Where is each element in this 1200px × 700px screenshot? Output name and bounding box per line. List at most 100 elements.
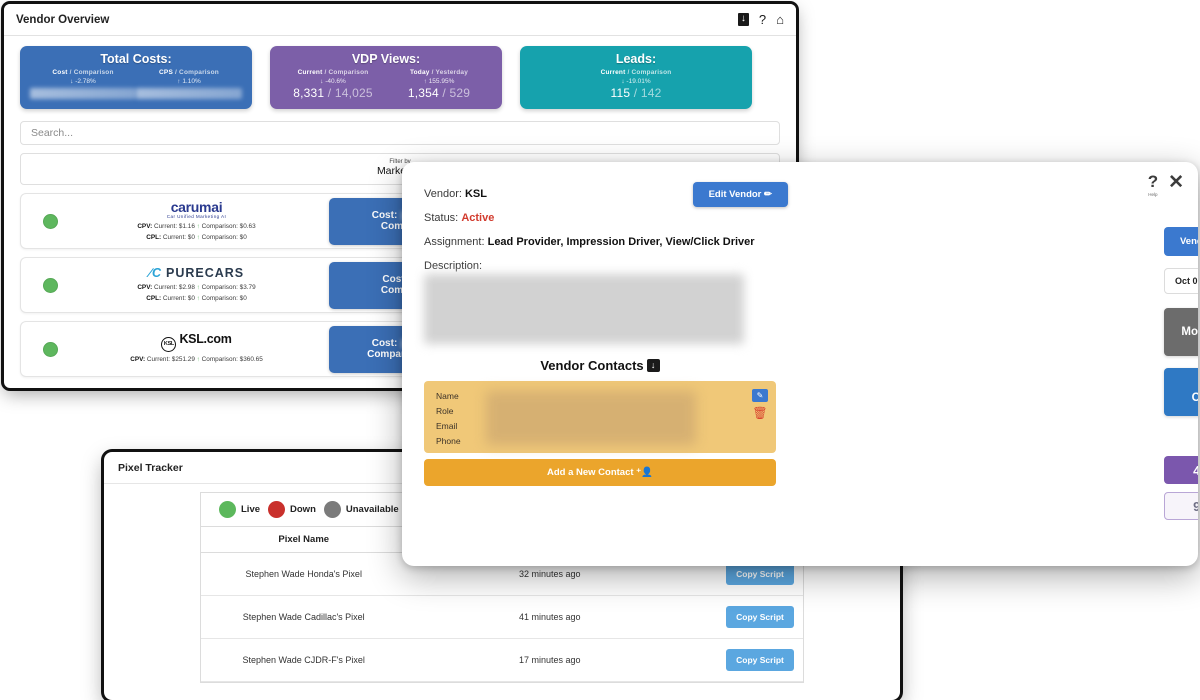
stat-col-sep: / bbox=[175, 69, 178, 76]
close-icon[interactable]: ✕ bbox=[1168, 173, 1184, 192]
ksl-badge-icon: KSL bbox=[161, 337, 177, 353]
summary-stat-row: Total Costs: Cost / Comparison ↓ -2.78% … bbox=[20, 46, 780, 109]
modal-stat-cards: Monthly Cost: $ Cost: Compared: Current … bbox=[1164, 308, 1198, 416]
views-this-month-row: 446 Views this Month* bbox=[1164, 456, 1198, 484]
cost-compared-card: Cost: Compared: bbox=[1164, 368, 1198, 416]
pixel-tracker-title: Pixel Tracker bbox=[118, 461, 183, 474]
assignment-value: Lead Provider, Impression Driver, View/C… bbox=[487, 236, 755, 248]
modal-left-panel: Vendor: KSL Edit Vendor ✏ Status: Active… bbox=[424, 182, 788, 486]
stat-card-leads: Leads: Current / Comparison ↓ -19.01% 11… bbox=[520, 46, 752, 109]
edit-vendor-button[interactable]: Edit Vendor ✏ bbox=[692, 182, 788, 207]
unavailable-dot-icon bbox=[323, 501, 341, 518]
app-root: Vendor Overview ? ⌂ Total Costs: Cost / … bbox=[0, 0, 1200, 700]
search-input[interactable]: Search... bbox=[20, 121, 780, 145]
stat-delta: ↑ 1.10% bbox=[177, 78, 201, 85]
column-header-pixel-name: Pixel Name bbox=[278, 534, 330, 545]
vendor-info: carumai Car Unified Marketing AI CPV: Cu… bbox=[74, 199, 319, 243]
stat-title: VDP Views: bbox=[351, 52, 421, 66]
copy-script-button[interactable]: Copy Script bbox=[726, 606, 794, 628]
add-new-contact-button[interactable]: Add a New Contact ⁺👤 bbox=[424, 459, 776, 486]
purecars-mark-icon: ∕C bbox=[148, 266, 162, 281]
stat-col-label: Cost bbox=[52, 69, 68, 76]
vendor-portal-button[interactable]: Vendor Portal ↗ bbox=[1164, 227, 1198, 256]
contact-actions: ✎ 🗑 bbox=[752, 389, 768, 419]
copy-script-button[interactable]: Copy Script bbox=[726, 563, 794, 585]
views-this-month-value: 446 bbox=[1164, 456, 1198, 484]
vendor-detail-modal: ? Help ✕ Vendor: KSL Edit Vendor ✏ Status… bbox=[402, 162, 1198, 566]
stat-col-sep: / bbox=[69, 69, 72, 76]
download-icon[interactable] bbox=[737, 12, 749, 26]
pixel-last-seen: 41 minutes ago bbox=[519, 612, 581, 622]
vendor-name-line: Vendor: KSL Edit Vendor ✏ bbox=[424, 182, 788, 207]
table-row[interactable]: Stephen Wade CJDR-F's Pixel 17 minutes a… bbox=[201, 639, 803, 682]
pencil-icon: ✏ bbox=[764, 189, 772, 200]
stat-delta: ↑ 155.95% bbox=[423, 78, 455, 85]
stat-col-comparison-label: Comparison bbox=[73, 69, 114, 76]
pixel-last-seen: 17 minutes ago bbox=[519, 655, 581, 665]
status-badge: Active bbox=[461, 212, 495, 224]
vendor-description-line: Description: bbox=[424, 260, 776, 344]
down-dot-icon bbox=[268, 501, 286, 518]
stat-card-vdp-views: VDP Views: Current / Comparison ↓ -40.6%… bbox=[270, 46, 502, 109]
monthly-cost-card: Monthly Cost: $ bbox=[1164, 308, 1198, 356]
vendor-info: KSL KSL.com CPV: Current: $251.29 ↑ Compa… bbox=[74, 332, 319, 365]
stat-col-label: CPS bbox=[159, 69, 173, 76]
vendor-logo-purecars: ∕C PURECARS bbox=[148, 266, 245, 281]
modal-stat-col-left: Monthly Cost: $ Cost: Compared: bbox=[1164, 308, 1198, 416]
stat-values: 115 / 142 bbox=[610, 86, 662, 100]
status-dot-live bbox=[43, 213, 58, 229]
stat-title: Total Costs: bbox=[100, 52, 172, 66]
delete-contact-icon[interactable]: 🗑 bbox=[752, 407, 767, 419]
vendor-brand: KSL KSL.com bbox=[1164, 192, 1198, 207]
description-redacted bbox=[424, 274, 744, 344]
projected-views-value: 937 bbox=[1164, 492, 1198, 520]
table-row[interactable]: Stephen Wade Cadillac's Pixel 41 minutes… bbox=[201, 596, 803, 639]
vendor-status-line: Status: Active bbox=[424, 212, 495, 224]
stat-title: Leads: bbox=[615, 52, 657, 66]
stat-values: 8,331 / 14,025 bbox=[293, 86, 373, 100]
home-icon[interactable]: ⌂ bbox=[776, 13, 784, 26]
modal-right-panel: KSL KSL.com Vendor Portal ↗ Select Store… bbox=[1164, 192, 1198, 520]
contact-card: Name Role Email Phone ✎ 🗑 bbox=[424, 381, 776, 453]
add-person-icon: ⁺👤 bbox=[636, 467, 654, 478]
vendor-logo-tagline: Car Unified Marketing AI bbox=[166, 214, 227, 220]
cost-label: Cost: bbox=[371, 338, 398, 349]
vendor-action-buttons: Vendor Portal ↗ Select Store bbox=[1164, 227, 1198, 256]
stat-delta: ↓ -2.78% bbox=[70, 78, 96, 85]
live-dot-icon bbox=[219, 501, 236, 518]
stat-values: 1,354 / 529 bbox=[407, 86, 471, 100]
realtime-views-group: 446 Views this Month* 937 Projected View… bbox=[1164, 456, 1198, 520]
cost-label: Cost: bbox=[371, 210, 398, 221]
edit-contact-icon[interactable]: ✎ bbox=[752, 389, 768, 402]
titlebar-icons: ? ⌂ bbox=[737, 12, 784, 26]
pixel-name: Stephen Wade Honda's Pixel bbox=[245, 569, 362, 579]
help-icon[interactable]: ? Help bbox=[1148, 173, 1158, 197]
vendor-contacts-title: Vendor Contacts bbox=[424, 358, 776, 373]
vendor-metrics: CPV: Current: $251.29 ↑ Comparison: $360… bbox=[130, 356, 263, 364]
vendor-overview-titlebar: Vendor Overview ? ⌂ bbox=[4, 4, 796, 36]
status-dot-live bbox=[43, 277, 58, 293]
help-icon[interactable]: ? bbox=[759, 13, 766, 26]
legend-live: Live bbox=[219, 501, 260, 518]
stat-col-comparison-label: Comparison bbox=[179, 69, 219, 76]
stat-col-today: Today / Yesterday ↑ 155.95% 1,354 / 529 bbox=[386, 69, 492, 100]
realtime-analytics-title: Real-Time Analytics bbox=[1164, 434, 1198, 448]
date-range-value: Oct 01 - Oct 10, 2024 → Sep 01 - Sep 10,… bbox=[1175, 276, 1198, 286]
date-range-picker[interactable]: Oct 01 - Oct 10, 2024 → Sep 01 - Sep 10,… bbox=[1164, 268, 1198, 294]
stat-col-cps: CPS / Comparison ↑ 1.10% bbox=[136, 69, 242, 99]
vendor-assignment-line: Assignment: Lead Provider, Impression Dr… bbox=[424, 236, 755, 248]
stat-delta: ↓ -40.6% bbox=[320, 78, 346, 85]
legend-down: Down bbox=[268, 501, 316, 518]
stat-col-current: Current / Comparison ↓ -19.01% 115 / 142 bbox=[530, 69, 742, 100]
copy-script-button[interactable]: Copy Script bbox=[726, 649, 794, 671]
stat-delta: ↓ -19.01% bbox=[621, 78, 651, 85]
legend-unavailable: Unavailable bbox=[323, 501, 399, 518]
stat-col-cost: Cost / Comparison ↓ -2.78% bbox=[30, 69, 136, 99]
vendor-metrics: CPV: Current: $1.16 ↑ Comparison: $0.63 … bbox=[137, 223, 256, 241]
download-contacts-icon[interactable] bbox=[646, 359, 660, 372]
contact-values-redacted bbox=[486, 391, 696, 445]
page-title: Vendor Overview bbox=[16, 13, 110, 26]
pixel-name: Stephen Wade CJDR-F's Pixel bbox=[242, 655, 365, 665]
vendor-logo-carumai: carumai Car Unified Marketing AI bbox=[74, 199, 319, 219]
help-label: Help bbox=[1148, 192, 1158, 197]
